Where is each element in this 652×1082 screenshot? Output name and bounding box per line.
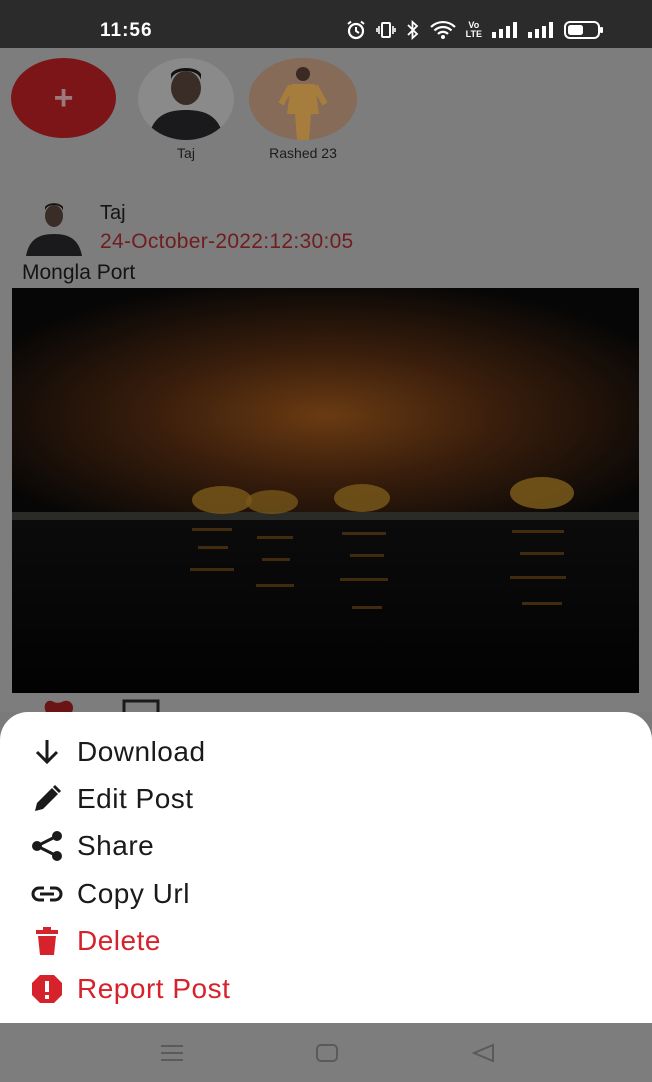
download-icon bbox=[30, 735, 64, 769]
like-icon[interactable] bbox=[42, 698, 82, 712]
stories-row: + Taj Rashed 23 bbox=[0, 48, 652, 168]
person-photo-icon bbox=[138, 58, 234, 140]
menu-item-label: Download bbox=[77, 735, 206, 767]
status-time: 11:56 bbox=[100, 20, 153, 41]
person-photo-icon bbox=[249, 58, 357, 140]
battery-icon bbox=[564, 21, 604, 39]
menu-item-label: Report Post bbox=[77, 972, 231, 1004]
story-name: Rashed 23 bbox=[269, 145, 337, 161]
menu-item-download[interactable]: Download bbox=[0, 728, 652, 775]
post-options-sheet: Download Edit Post Share Copy Url Delete… bbox=[0, 712, 652, 1023]
plus-icon: + bbox=[53, 79, 74, 117]
volte-icon: Vo LTE bbox=[466, 21, 482, 39]
story-item[interactable]: Rashed 23 bbox=[248, 58, 358, 161]
menu-item-label: Share bbox=[77, 830, 155, 862]
menu-item-edit-post[interactable]: Edit Post bbox=[0, 775, 652, 822]
menu-item-share[interactable]: Share bbox=[0, 823, 652, 870]
app-content: + Taj Rashed 23 Taj 24-October-2022:12:3… bbox=[0, 48, 652, 712]
system-nav-bar bbox=[0, 1023, 652, 1082]
vibrate-icon bbox=[375, 20, 396, 40]
menu-item-report-post[interactable]: Report Post bbox=[0, 965, 652, 1012]
home-icon[interactable] bbox=[312, 1041, 342, 1065]
post-caption: Mongla Port bbox=[22, 261, 136, 284]
report-icon bbox=[30, 972, 64, 1006]
menu-item-copy-url[interactable]: Copy Url bbox=[0, 870, 652, 917]
story-name: Taj bbox=[177, 145, 195, 161]
avatar bbox=[249, 58, 357, 140]
person-photo-icon bbox=[22, 198, 86, 256]
avatar bbox=[138, 58, 234, 140]
post-avatar[interactable] bbox=[22, 198, 86, 256]
menu-item-label: Copy Url bbox=[77, 877, 190, 909]
back-icon[interactable] bbox=[468, 1041, 498, 1065]
wifi-icon bbox=[429, 20, 456, 40]
link-icon bbox=[30, 877, 64, 911]
signal-icon bbox=[492, 22, 518, 38]
menu-icon[interactable] bbox=[157, 1041, 187, 1065]
comment-icon[interactable] bbox=[122, 698, 162, 712]
post-author[interactable]: Taj bbox=[100, 202, 126, 225]
signal-icon bbox=[528, 22, 554, 38]
status-bar: 11:56 Vo LTE bbox=[0, 0, 652, 48]
bluetooth-icon bbox=[406, 20, 420, 40]
add-story-button[interactable]: + bbox=[11, 58, 116, 138]
menu-item-label: Delete bbox=[77, 925, 161, 957]
menu-item-label: Edit Post bbox=[77, 783, 194, 815]
story-item[interactable]: Taj bbox=[131, 58, 241, 161]
volte-bottom: LTE bbox=[465, 29, 482, 39]
post-timestamp: 24-October-2022:12:30:05 bbox=[100, 230, 354, 253]
menu-item-delete[interactable]: Delete bbox=[0, 918, 652, 965]
night-harbor-photo bbox=[12, 288, 639, 693]
post-image[interactable] bbox=[12, 288, 639, 693]
share-icon bbox=[30, 829, 64, 863]
delete-icon bbox=[30, 924, 64, 958]
status-icons: Vo LTE bbox=[346, 20, 604, 40]
edit-icon bbox=[30, 782, 64, 816]
alarm-icon bbox=[346, 20, 366, 40]
